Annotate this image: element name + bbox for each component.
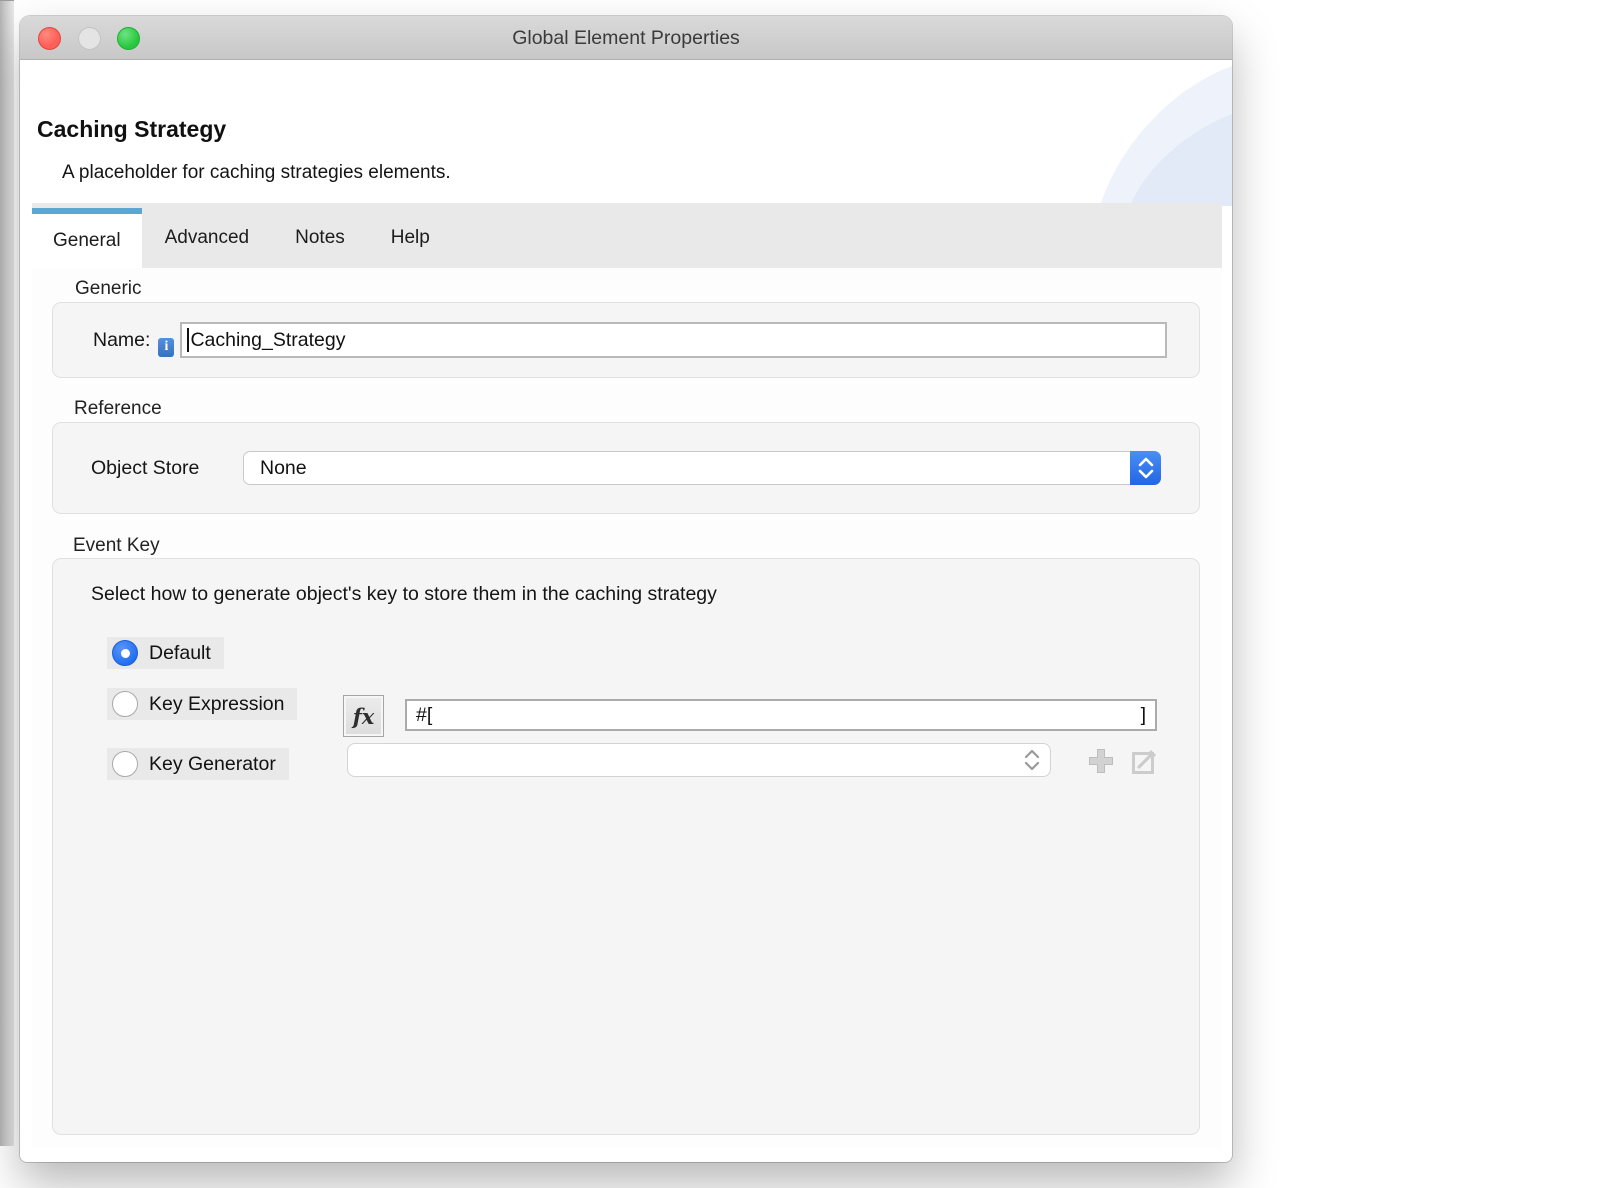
chevron-up-down-icon-disabled — [1023, 744, 1041, 776]
radio-unselected-icon[interactable] — [112, 751, 138, 777]
generic-groupbox: Name: i Caching_Strategy — [52, 302, 1200, 378]
radio-key-generator[interactable]: Key Generator — [107, 748, 289, 780]
object-store-selected-value: None — [244, 457, 307, 480]
section-title-reference: Reference — [74, 398, 162, 420]
fx-icon: fx — [353, 704, 375, 729]
radio-unselected-icon[interactable] — [112, 691, 138, 717]
tab-help[interactable]: Help — [368, 208, 453, 268]
dialog-description: A placeholder for caching strategies ele… — [62, 162, 451, 184]
tab-bar: General Advanced Notes Help — [32, 203, 1222, 268]
add-icon — [1087, 747, 1115, 775]
reference-groupbox: Object Store None — [52, 422, 1200, 514]
radio-selected-icon[interactable] — [112, 640, 138, 666]
background-window-edge — [0, 0, 14, 1146]
section-title-event-key: Event Key — [73, 535, 160, 557]
expression-suffix: ] — [1141, 704, 1146, 727]
section-title-generic: Generic — [75, 278, 142, 300]
expression-fx-button[interactable]: fx — [343, 695, 384, 737]
event-key-description: Select how to generate object's key to s… — [91, 583, 717, 606]
name-input[interactable]: Caching_Strategy — [180, 322, 1167, 358]
tab-advanced[interactable]: Advanced — [142, 208, 273, 268]
name-label: Name: — [93, 329, 150, 352]
tab-general[interactable]: General — [32, 208, 142, 268]
info-icon: i — [158, 338, 174, 357]
screen: Global Element Properties Caching Strate… — [0, 0, 1618, 1188]
key-generator-select[interactable] — [347, 743, 1051, 777]
radio-default[interactable]: Default — [107, 637, 224, 669]
name-input-value: Caching_Strategy — [190, 329, 345, 352]
dialog-header: Caching Strategy A placeholder for cachi… — [20, 60, 1232, 206]
object-store-label: Object Store — [91, 457, 243, 480]
tab-notes[interactable]: Notes — [272, 208, 368, 268]
dialog-title: Caching Strategy — [37, 116, 226, 143]
event-key-groupbox: Select how to generate object's key to s… — [52, 558, 1200, 1135]
edit-icon — [1131, 747, 1159, 775]
global-element-properties-dialog: Global Element Properties Caching Strate… — [20, 16, 1232, 1162]
text-cursor — [187, 328, 189, 352]
expression-prefix: #[ — [416, 704, 432, 727]
object-store-select[interactable]: None — [243, 451, 1161, 485]
key-expression-input[interactable]: #[ ] — [405, 699, 1157, 731]
window-title: Global Element Properties — [20, 16, 1232, 60]
chevron-up-down-icon[interactable] — [1130, 451, 1161, 485]
titlebar[interactable]: Global Element Properties — [20, 16, 1232, 60]
header-swoosh-decoration — [1072, 60, 1232, 206]
radio-key-expression[interactable]: Key Expression — [107, 688, 297, 720]
